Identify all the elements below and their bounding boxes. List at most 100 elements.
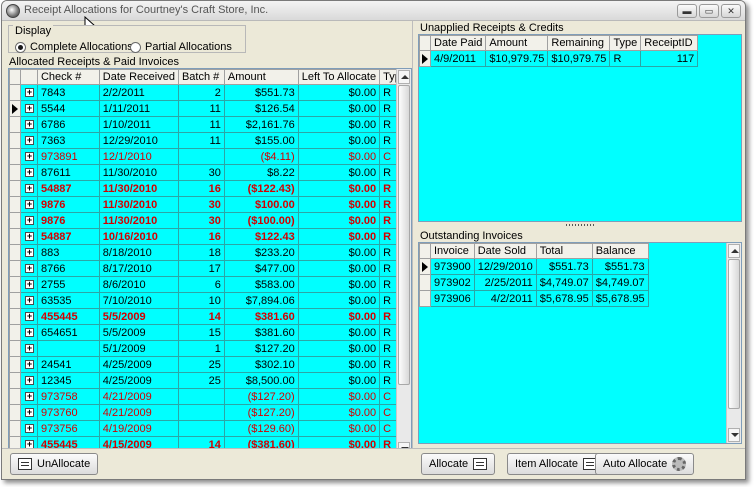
cell-check-number[interactable]: 54887 bbox=[36, 228, 100, 245]
cell-check-number[interactable]: 24541 bbox=[36, 356, 100, 373]
cell-check-number[interactable]: 654651 bbox=[36, 324, 100, 341]
expand-plus-icon[interactable]: + bbox=[24, 104, 34, 114]
expander-cell[interactable]: + bbox=[19, 340, 38, 357]
cell-batch[interactable]: 11 bbox=[177, 116, 225, 133]
cell-check-number[interactable]: 9876 bbox=[36, 212, 100, 229]
cell-check-number[interactable] bbox=[36, 340, 100, 357]
cell-date-received[interactable]: 12/29/2010 bbox=[98, 132, 179, 149]
expand-plus-icon[interactable]: + bbox=[24, 376, 34, 386]
cell-batch[interactable] bbox=[177, 148, 225, 165]
row-selector[interactable] bbox=[9, 132, 21, 149]
cell-left-to-allocate[interactable]: $0.00 bbox=[297, 180, 381, 197]
cell-amount[interactable]: $477.00 bbox=[223, 260, 299, 277]
allocated-row[interactable]: +87611 11/30/2010 30 $8.22 $0.00 R bbox=[9, 164, 411, 181]
cell-left-to-allocate[interactable]: $0.00 bbox=[297, 292, 381, 309]
cell-check-number[interactable]: 54887 bbox=[36, 180, 100, 197]
allocated-row[interactable]: +8766 8/17/2010 17 $477.00 $0.00 R bbox=[9, 260, 411, 277]
cell-total[interactable]: $4,749.07 bbox=[535, 274, 593, 291]
expand-plus-icon[interactable]: + bbox=[24, 184, 34, 194]
cell-amount[interactable]: $122.43 bbox=[223, 228, 299, 245]
unapplied-row[interactable]: 4/9/2011 $10,979.75 $10,979.75 R 117 bbox=[419, 50, 699, 67]
allocated-row[interactable]: +54887 11/30/2010 16 ($122.43) $0.00 R bbox=[9, 180, 411, 197]
cell-batch[interactable]: 25 bbox=[177, 356, 225, 373]
cell-check-number[interactable]: 973756 bbox=[36, 420, 100, 437]
expand-plus-icon[interactable]: + bbox=[24, 328, 34, 338]
outstanding-row[interactable]: 973902 2/25/2011 $4,749.07 $4,749.07 bbox=[419, 274, 649, 291]
cell-type[interactable]: R bbox=[609, 50, 642, 67]
expander-cell[interactable]: + bbox=[19, 180, 38, 197]
row-selector[interactable] bbox=[9, 260, 21, 277]
cell-date-received[interactable]: 4/21/2009 bbox=[98, 388, 179, 405]
cell-check-number[interactable]: 883 bbox=[36, 244, 100, 261]
expand-plus-icon[interactable]: + bbox=[24, 344, 34, 354]
cell-batch[interactable]: 2 bbox=[177, 84, 225, 101]
cell-amount[interactable]: $100.00 bbox=[223, 196, 299, 213]
allocated-row[interactable]: +973756 4/19/2009 ($129.60) $0.00 C bbox=[9, 420, 411, 437]
column-header-check[interactable]: Check # bbox=[36, 69, 100, 85]
expand-plus-icon[interactable]: + bbox=[24, 424, 34, 434]
cell-left-to-allocate[interactable]: $0.00 bbox=[297, 372, 381, 389]
cell-check-number[interactable]: 6786 bbox=[36, 116, 100, 133]
cell-amount[interactable]: $381.60 bbox=[223, 308, 299, 325]
auto-allocate-button[interactable]: Auto Allocate bbox=[595, 453, 695, 475]
expander-cell[interactable]: + bbox=[19, 404, 38, 421]
app-icon[interactable] bbox=[6, 4, 20, 18]
cell-date-received[interactable]: 5/1/2009 bbox=[98, 340, 179, 357]
title-bar[interactable]: Receipt Allocations for Courtney's Craft… bbox=[2, 1, 745, 21]
scroll-thumb[interactable] bbox=[398, 85, 410, 385]
column-header-date-received[interactable]: Date Received bbox=[98, 69, 179, 85]
cell-amount[interactable]: $10,979.75 bbox=[485, 50, 549, 67]
row-selector[interactable] bbox=[9, 116, 21, 133]
expand-plus-icon[interactable]: + bbox=[24, 200, 34, 210]
cell-batch[interactable]: 14 bbox=[177, 308, 225, 325]
scroll-up-button[interactable] bbox=[398, 70, 410, 84]
cell-amount[interactable]: $233.20 bbox=[223, 244, 299, 261]
column-header-total[interactable]: Total bbox=[535, 243, 593, 259]
cell-left-to-allocate[interactable]: $0.00 bbox=[297, 164, 381, 181]
cell-batch[interactable]: 30 bbox=[177, 196, 225, 213]
cell-date-received[interactable]: 4/25/2009 bbox=[98, 372, 179, 389]
column-header-left-to-allocate[interactable]: Left To Allocate bbox=[297, 69, 381, 85]
expander-cell[interactable]: + bbox=[19, 132, 38, 149]
cell-left-to-allocate[interactable]: $0.00 bbox=[297, 148, 381, 165]
cell-date-paid[interactable]: 4/9/2011 bbox=[429, 50, 487, 67]
row-selector[interactable] bbox=[9, 180, 21, 197]
cell-amount[interactable]: $126.54 bbox=[223, 100, 299, 117]
expand-plus-icon[interactable]: + bbox=[24, 248, 34, 258]
row-selector[interactable] bbox=[9, 196, 21, 213]
cell-date-received[interactable]: 5/5/2009 bbox=[98, 324, 179, 341]
row-selector[interactable] bbox=[9, 420, 21, 437]
cell-date-received[interactable]: 1/11/2011 bbox=[98, 100, 179, 117]
expand-plus-icon[interactable]: + bbox=[24, 408, 34, 418]
cell-left-to-allocate[interactable]: $0.00 bbox=[297, 260, 381, 277]
expand-plus-icon[interactable]: + bbox=[24, 232, 34, 242]
row-selector[interactable] bbox=[9, 228, 21, 245]
cell-batch[interactable] bbox=[177, 420, 225, 437]
cell-total[interactable]: $5,678.95 bbox=[535, 290, 593, 307]
expand-plus-icon[interactable]: + bbox=[24, 168, 34, 178]
row-selector[interactable] bbox=[9, 388, 21, 405]
cell-check-number[interactable]: 8766 bbox=[36, 260, 100, 277]
expand-plus-icon[interactable]: + bbox=[24, 152, 34, 162]
expand-plus-icon[interactable]: + bbox=[24, 264, 34, 274]
expander-cell[interactable]: + bbox=[19, 372, 38, 389]
cell-left-to-allocate[interactable]: $0.00 bbox=[297, 276, 381, 293]
allocated-row[interactable]: +5/1/2009 1 $127.20 $0.00 R bbox=[9, 340, 411, 357]
cell-check-number[interactable]: 63535 bbox=[36, 292, 100, 309]
cell-left-to-allocate[interactable]: $0.00 bbox=[297, 100, 381, 117]
cell-amount[interactable]: ($122.43) bbox=[223, 180, 299, 197]
cell-date-received[interactable]: 1/10/2011 bbox=[98, 116, 179, 133]
row-selector[interactable] bbox=[9, 404, 21, 421]
cell-date-sold[interactable]: 4/2/2011 bbox=[473, 290, 537, 307]
cell-check-number[interactable]: 973758 bbox=[36, 388, 100, 405]
row-selector[interactable] bbox=[419, 274, 431, 291]
row-selector[interactable] bbox=[9, 276, 21, 293]
expand-plus-icon[interactable]: + bbox=[24, 136, 34, 146]
cell-batch[interactable]: 30 bbox=[177, 212, 225, 229]
expand-plus-icon[interactable]: + bbox=[24, 392, 34, 402]
cell-batch[interactable]: 16 bbox=[177, 228, 225, 245]
column-header-balance[interactable]: Balance bbox=[591, 243, 649, 259]
unapplied-grid[interactable]: Date Paid Amount Remaining Type ReceiptI… bbox=[418, 34, 742, 222]
expander-cell[interactable]: + bbox=[19, 148, 38, 165]
allocated-row[interactable]: +7363 12/29/2010 11 $155.00 $0.00 R bbox=[9, 132, 411, 149]
